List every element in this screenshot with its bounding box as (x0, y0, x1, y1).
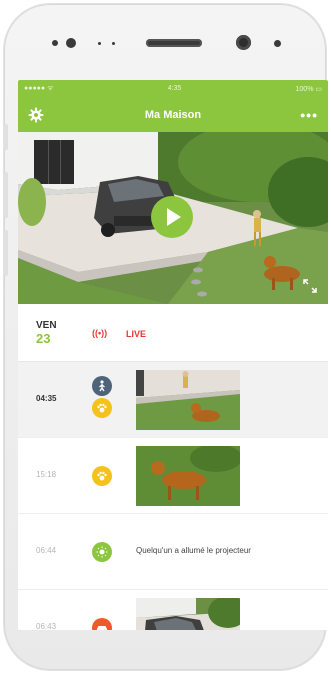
animal-icon (92, 466, 112, 486)
live-label[interactable]: LIVE (126, 329, 146, 339)
play-button[interactable] (151, 196, 193, 238)
front-camera-small (66, 38, 76, 48)
day-label: VEN (36, 320, 57, 331)
live-broadcast-icon: ((•)) (92, 328, 108, 338)
event-time: 06:43 (36, 622, 57, 630)
sensor-dot-small (112, 42, 115, 45)
event-timeline: 04:35 15:18 06:44 Quelqu'un a allumé le … (18, 362, 328, 630)
volume-up-button (4, 172, 8, 218)
event-time: 06:44 (36, 546, 57, 555)
event-thumbnail[interactable] (136, 598, 240, 630)
person-icon (92, 376, 112, 396)
sensor-dot (52, 40, 58, 46)
event-thumbnail[interactable] (136, 370, 240, 430)
animal-icon (92, 398, 112, 418)
event-time: 15:18 (36, 470, 57, 479)
more-menu-button[interactable]: ••• (300, 107, 318, 123)
front-camera (236, 35, 251, 50)
timeline-event[interactable]: 06:43 (18, 590, 328, 630)
status-bar: ●●●●● ᯤ 4:35 100% ▭ (18, 80, 328, 97)
mute-switch (4, 124, 8, 150)
date-live-row[interactable]: VEN 23 ((•)) LIVE (18, 304, 328, 362)
page-title: Ma Maison (144, 108, 202, 121)
timeline-event[interactable]: 04:35 (18, 362, 328, 438)
proximity-sensor (274, 40, 281, 47)
sensor-dot-small (98, 42, 101, 45)
earpiece-speaker (146, 39, 202, 47)
volume-down-button (4, 230, 8, 276)
event-message: Quelqu'un a allumé le projecteur (136, 546, 251, 555)
vehicle-icon (92, 618, 112, 630)
timeline-event[interactable]: 06:44 Quelqu'un a allumé le projecteur (18, 514, 328, 590)
carrier-signal: ●●●●● ᯤ (24, 85, 54, 92)
timeline-event[interactable]: 15:18 (18, 438, 328, 514)
gear-icon[interactable] (28, 107, 44, 123)
event-time: 04:35 (36, 394, 57, 403)
app-screen: ●●●●● ᯤ 4:35 100% ▭ Ma Maison ••• VEN 23… (18, 80, 328, 630)
live-camera-view[interactable] (18, 132, 328, 304)
fullscreen-icon[interactable] (302, 278, 318, 294)
date-number: 23 (36, 331, 51, 346)
status-time: 4:35 (167, 85, 182, 92)
app-header: Ma Maison ••• (18, 97, 328, 132)
battery-status: 100% ▭ (295, 85, 322, 93)
event-thumbnail[interactable] (136, 446, 240, 506)
light-icon (92, 542, 112, 562)
